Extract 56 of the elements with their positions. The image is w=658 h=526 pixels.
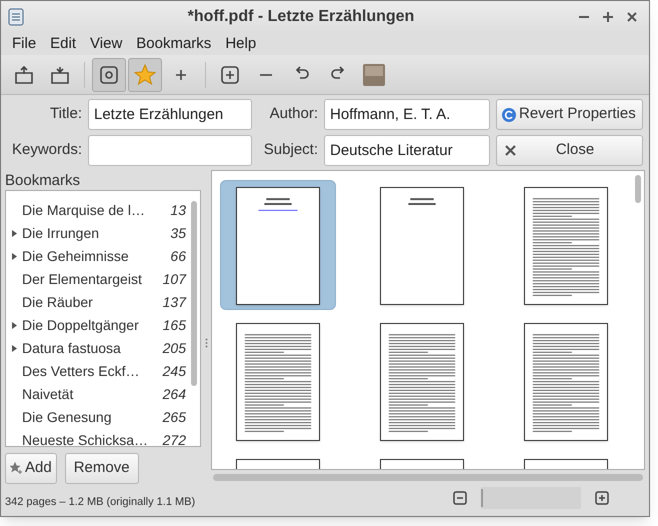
- expander-icon[interactable]: [12, 322, 16, 329]
- page-thumbnail[interactable]: [220, 180, 336, 310]
- refresh-icon: [501, 106, 517, 122]
- author-label: Author:: [268, 104, 318, 124]
- bookmark-item[interactable]: Des Vetters Eckf… 245: [6, 360, 188, 383]
- menu-item[interactable]: Bookmarks: [129, 32, 218, 56]
- bookmark-item[interactable]: Die Doppeltgänger 165: [6, 314, 188, 337]
- bookmark-item[interactable]: Die Irrungen 35: [6, 222, 188, 245]
- bookmark-item[interactable]: Naivetät 264: [6, 383, 188, 406]
- bookmark-item[interactable]: Die Marquise de l… 13: [6, 199, 188, 222]
- menu-item[interactable]: View: [83, 32, 130, 56]
- bookmarks-heading: Bookmarks: [5, 171, 82, 190]
- star-plus-icon: [10, 462, 23, 475]
- menu-item[interactable]: File: [5, 32, 44, 56]
- title-field[interactable]: Letzte Erzählungen: [88, 99, 252, 130]
- revert-properties-button[interactable]: Revert Properties: [496, 99, 643, 130]
- maximize-icon[interactable]: [601, 10, 615, 24]
- menu-item[interactable]: Edit: [43, 32, 84, 56]
- remove-bookmark-button[interactable]: Remove: [64, 453, 139, 484]
- horizontal-scrollbar[interactable]: [213, 474, 643, 480]
- settings-icon: [98, 64, 120, 86]
- bookmark-item[interactable]: Datura fastuosa 205: [6, 337, 188, 360]
- zoom-in-icon[interactable]: [595, 491, 609, 505]
- bookmark-item[interactable]: Die Geheimnisse 66: [6, 245, 188, 268]
- window-title: *hoff.pdf - Letzte Erzählungen: [186, 7, 416, 27]
- pane-handle-icon[interactable]: [204, 338, 208, 348]
- close-icon: [505, 145, 516, 156]
- image-icon: [362, 62, 386, 86]
- scrollbar-thumb[interactable]: [191, 201, 197, 386]
- menu-item[interactable]: Help: [218, 32, 264, 56]
- zoom-slider[interactable]: [481, 487, 581, 509]
- expander-icon[interactable]: [12, 345, 16, 352]
- star-icon: [133, 62, 157, 86]
- close-icon[interactable]: [625, 10, 639, 24]
- add-bookmark-button[interactable]: Add: [5, 453, 57, 484]
- expander-icon[interactable]: [12, 230, 16, 237]
- open-icon: [13, 64, 35, 86]
- title-label: Title:: [49, 104, 82, 124]
- status-text: 342 pages – 1.2 MB (originally 1.1 MB): [5, 495, 196, 510]
- keywords-label: Keywords:: [10, 140, 82, 160]
- bookmark-item[interactable]: Der Elementargeist 107: [6, 268, 188, 291]
- expander-icon[interactable]: [12, 253, 16, 260]
- bookmark-item[interactable]: Die Genesung 265: [6, 406, 188, 429]
- zoom-out-icon[interactable]: [453, 491, 467, 505]
- subject-field[interactable]: Deutsche Literatur: [324, 135, 490, 166]
- close-button[interactable]: Close: [496, 135, 643, 166]
- zoom-in-icon: [219, 64, 241, 86]
- author-field[interactable]: Hoffmann, E. T. A.: [324, 99, 490, 130]
- app-icon: [7, 7, 25, 27]
- subject-label: Subject:: [262, 140, 318, 160]
- toolbar-button[interactable]: [92, 58, 126, 92]
- bookmark-item[interactable]: Die Räuber 137: [6, 291, 188, 314]
- bookmark-item[interactable]: Neueste Schicksa… 272: [6, 429, 188, 446]
- minus-icon: [260, 74, 272, 76]
- keywords-field[interactable]: [88, 135, 252, 166]
- scrollbar-thumb[interactable]: [635, 175, 641, 203]
